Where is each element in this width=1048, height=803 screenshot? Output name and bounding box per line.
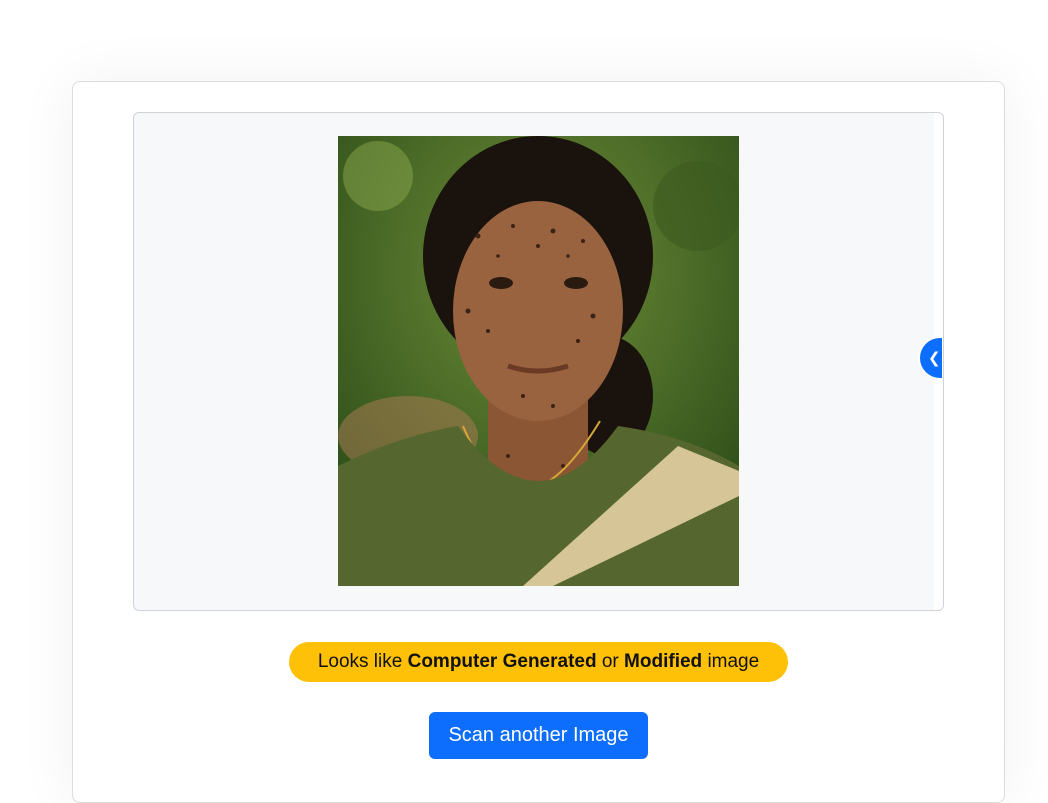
verdict-suffix: image xyxy=(707,651,760,672)
chevron-left-icon: ❮ xyxy=(928,349,941,367)
verdict-modified: Modified xyxy=(624,651,703,672)
verdict-prefix: Looks like xyxy=(317,651,403,672)
verdict-join: or xyxy=(601,651,619,672)
uploaded-image xyxy=(338,136,739,586)
image-preview-panel xyxy=(133,112,944,611)
scan-another-image-button[interactable]: Scan another Image xyxy=(429,712,648,759)
verdict-computer-generated: Computer Generated xyxy=(407,651,597,672)
result-card: ❮ Looks like Computer Generated or Modif… xyxy=(72,81,1005,803)
collapse-panel-button[interactable]: ❮ xyxy=(918,336,942,380)
detection-result-badge: Looks like Computer Generated or Modifie… xyxy=(289,642,788,682)
